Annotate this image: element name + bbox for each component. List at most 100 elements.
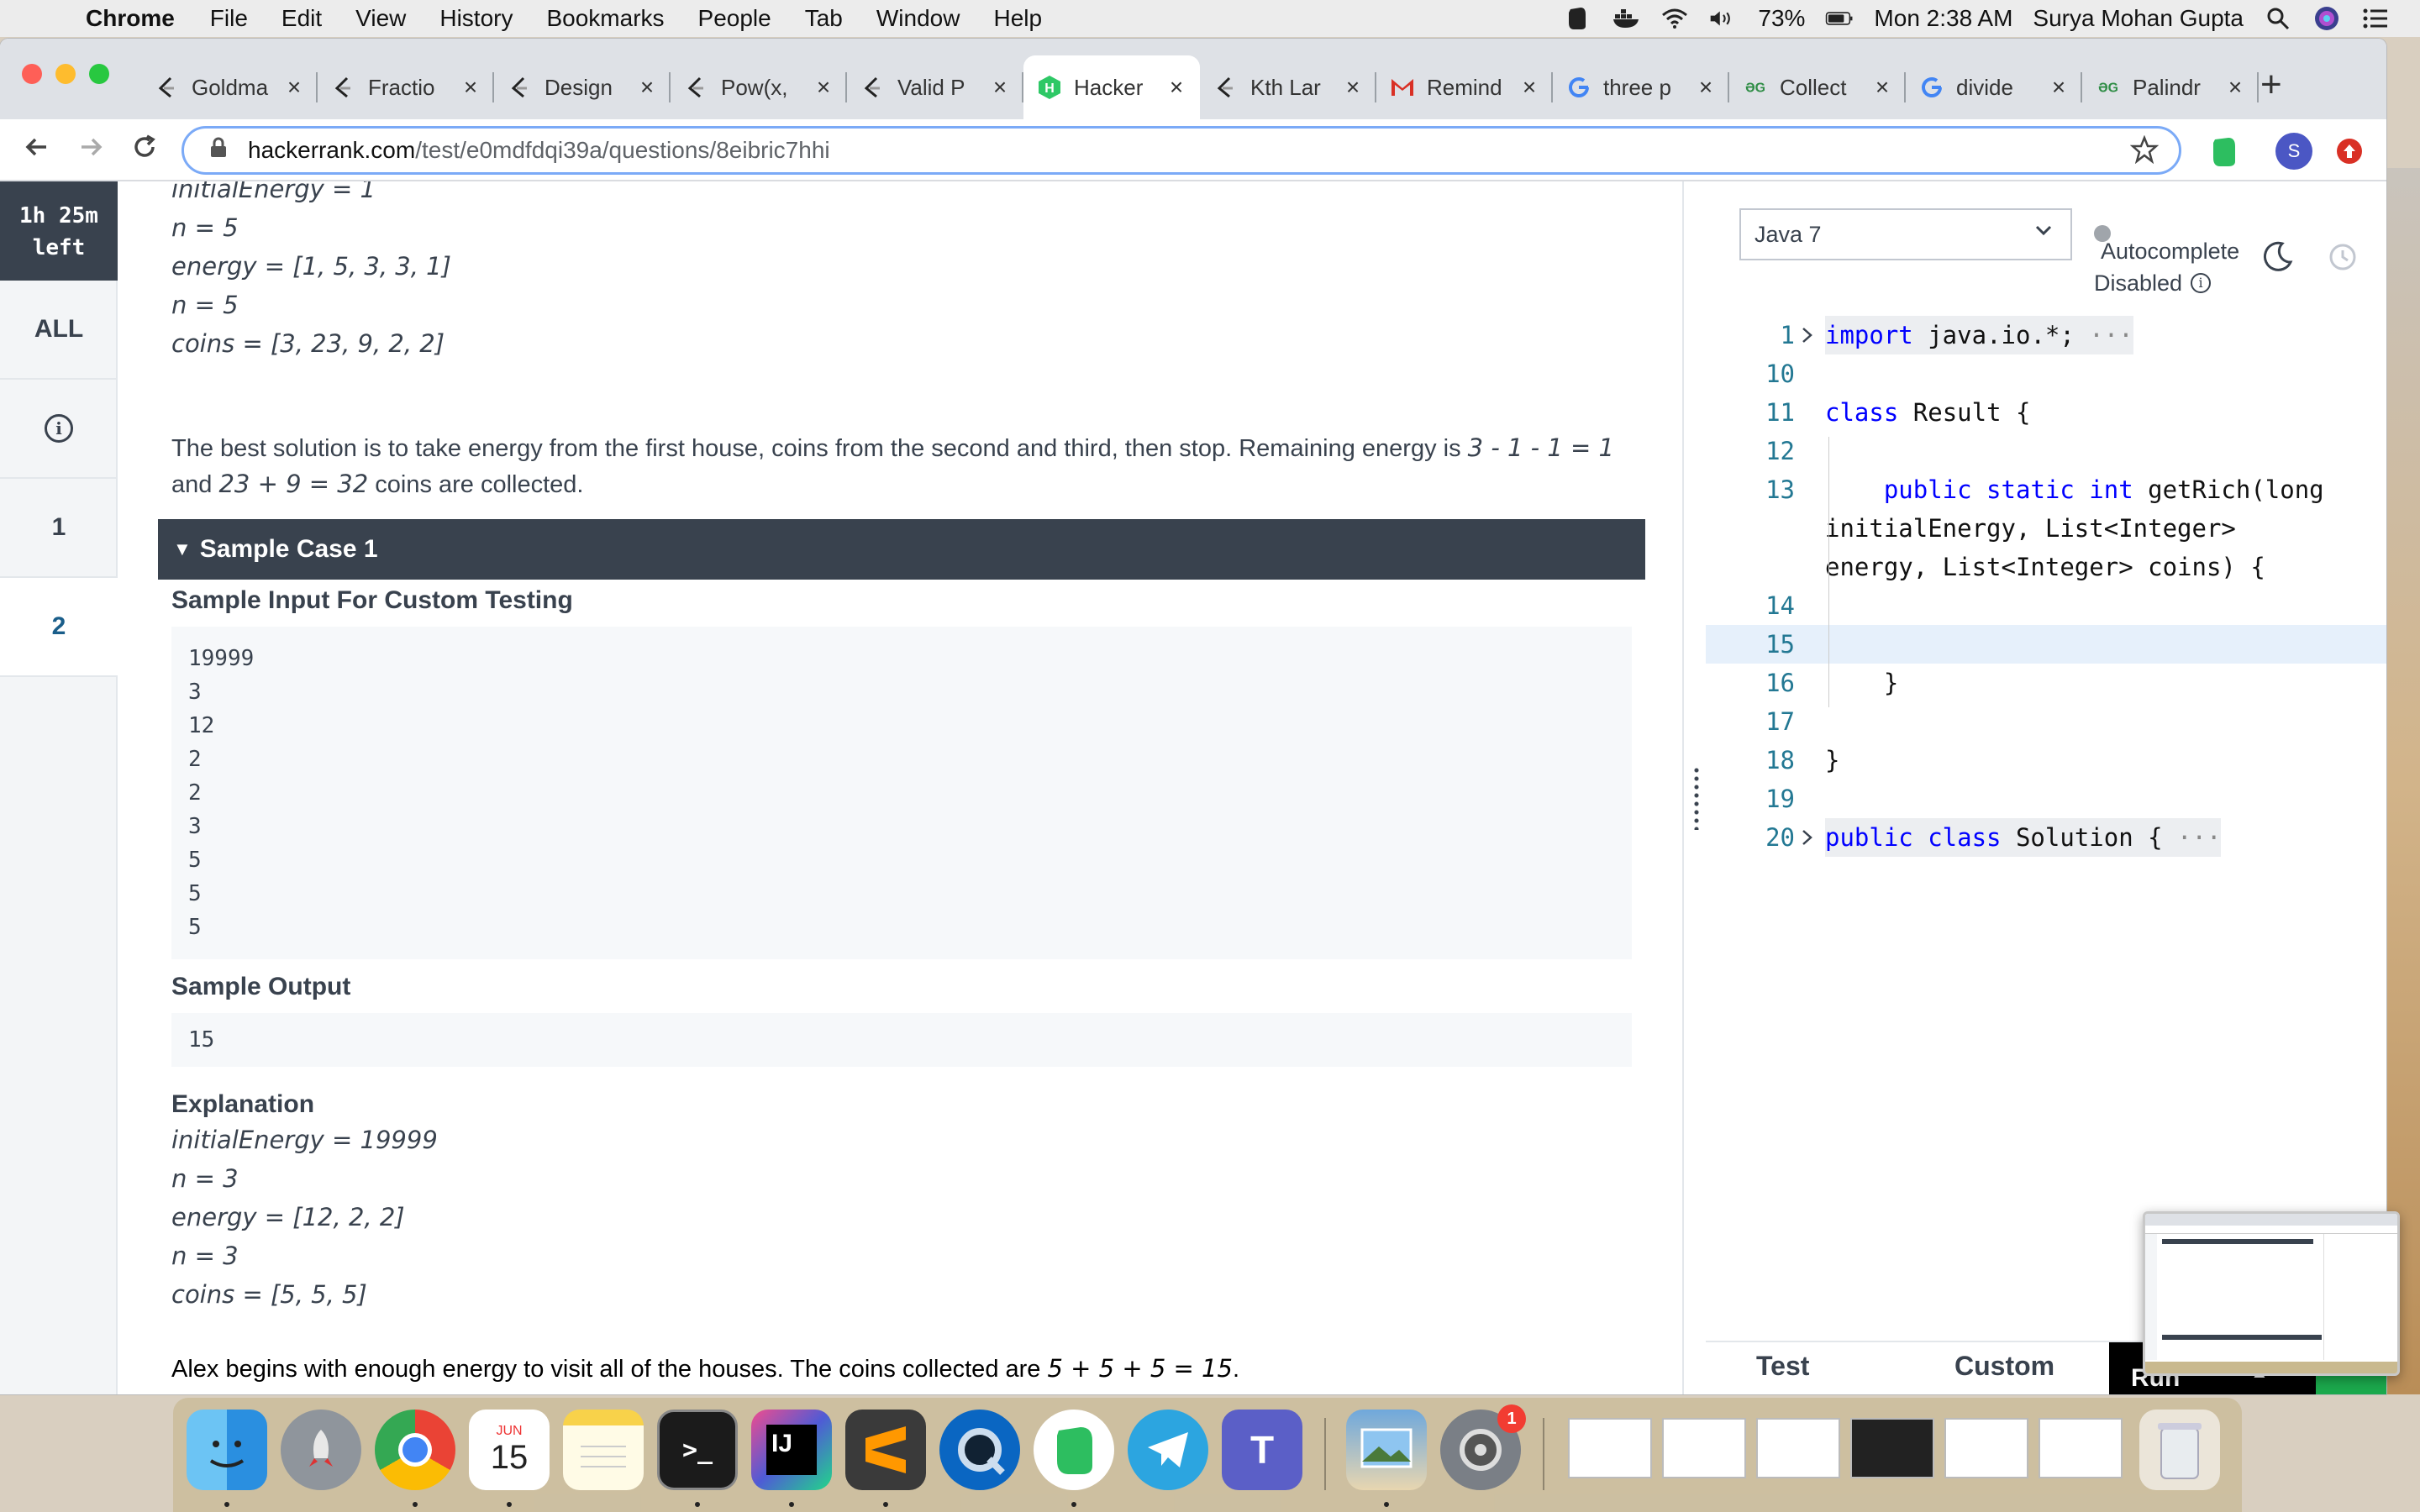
browser-tab[interactable]: Kth Lar × — [1200, 55, 1376, 119]
calendar-icon[interactable]: JUN 15 — [469, 1410, 550, 1490]
notes-icon[interactable] — [563, 1410, 644, 1490]
test-tab[interactable]: Test — [1756, 1351, 1809, 1382]
terminal-icon[interactable]: >_ — [657, 1410, 738, 1490]
pane-resize-handle[interactable] — [1682, 181, 1706, 1394]
menu-history[interactable]: History — [439, 5, 513, 32]
finder-icon[interactable] — [187, 1410, 267, 1490]
extension-update-icon[interactable] — [2331, 133, 2368, 170]
menu-bookmarks[interactable]: Bookmarks — [546, 5, 664, 32]
rail-item-info[interactable]: i — [0, 380, 118, 479]
close-window-icon[interactable] — [22, 64, 42, 84]
browser-tab[interactable]: three p × — [1553, 55, 1729, 119]
close-tab-icon[interactable]: × — [1166, 74, 1186, 101]
code-line[interactable]: 18} — [1706, 741, 2386, 780]
code-line[interactable]: 15 — [1706, 625, 2386, 664]
forward-icon[interactable] — [72, 133, 109, 170]
rail-item-question-2[interactable]: 2 — [0, 578, 118, 677]
system-preferences-icon[interactable]: 1 — [1440, 1404, 1526, 1490]
code-line[interactable]: 12 — [1706, 432, 2386, 470]
browser-tab[interactable]: Remind × — [1376, 55, 1553, 119]
folded-code-ellipsis[interactable]: ··· — [2089, 321, 2133, 349]
volume-icon[interactable] — [1709, 6, 1738, 31]
back-icon[interactable] — [18, 133, 55, 170]
menu-help[interactable]: Help — [993, 5, 1042, 32]
menu-people[interactable]: People — [698, 5, 771, 32]
code-line[interactable]: 11 class Result { — [1706, 393, 2386, 432]
quicktime-icon[interactable] — [939, 1410, 1020, 1490]
menu-file[interactable]: File — [210, 5, 248, 32]
profile-avatar[interactable]: S — [2275, 133, 2312, 170]
minimized-window-thumbnail[interactable] — [2039, 1418, 2123, 1478]
sublime-text-icon[interactable] — [845, 1410, 926, 1490]
info-icon[interactable]: i — [2191, 273, 2212, 293]
browser-tab[interactable]: Pow(x, × — [671, 55, 847, 119]
browser-tab[interactable]: Valid P × — [847, 55, 1023, 119]
lock-icon[interactable] — [209, 137, 233, 164]
close-tab-icon[interactable]: × — [460, 74, 481, 101]
microsoft-teams-icon[interactable]: T — [1222, 1410, 1302, 1490]
custom-input-tab[interactable]: Custom — [1954, 1351, 2054, 1382]
close-tab-icon[interactable]: × — [990, 74, 1010, 101]
menubar-user[interactable]: Surya Mohan Gupta — [2033, 5, 2244, 32]
code-line[interactable]: 13 public static int getRich(long — [1706, 470, 2386, 509]
minimized-window-thumbnail[interactable] — [1850, 1418, 1934, 1478]
zoom-window-icon[interactable] — [89, 64, 109, 84]
close-tab-icon[interactable]: × — [2225, 74, 2245, 101]
menu-edit[interactable]: Edit — [281, 5, 322, 32]
code-line[interactable]: 10 — [1706, 354, 2386, 393]
launchpad-icon[interactable] — [281, 1410, 361, 1490]
browser-tab[interactable]: ƏG Palindr × — [2082, 55, 2259, 119]
address-bar[interactable]: hackerrank.com/test/e0mdfdqi39a/question… — [182, 126, 2181, 175]
code-line[interactable]: 14 — [1706, 586, 2386, 625]
minimized-window-thumbnail[interactable] — [1944, 1418, 2028, 1478]
menu-tab[interactable]: Tab — [805, 5, 843, 32]
code-line[interactable]: 20 public class Solution { ··· — [1706, 818, 2386, 857]
preview-icon[interactable] — [1346, 1410, 1427, 1490]
wifi-icon[interactable] — [1660, 6, 1689, 31]
reload-icon[interactable] — [126, 133, 163, 170]
browser-tab[interactable]: Goldma × — [141, 55, 318, 119]
minimized-window-thumbnail[interactable] — [1568, 1418, 1652, 1478]
browser-tab[interactable]: H Hacker × — [1023, 55, 1200, 119]
intellij-idea-icon[interactable]: IJ — [751, 1410, 832, 1490]
trash-icon[interactable] — [2139, 1410, 2220, 1490]
fold-chevron-icon[interactable] — [1800, 818, 1820, 859]
code-line[interactable]: energy, List<Integer> coins) { — [1706, 548, 2386, 586]
minimized-window-thumbnail[interactable] — [1756, 1418, 1840, 1478]
close-tab-icon[interactable]: × — [1519, 74, 1539, 101]
close-tab-icon[interactable]: × — [637, 74, 657, 101]
notification-center-icon[interactable] — [2361, 6, 2390, 31]
telegram-icon[interactable] — [1128, 1410, 1208, 1490]
folded-code-ellipsis[interactable]: ··· — [2177, 823, 2221, 852]
close-tab-icon[interactable]: × — [2049, 74, 2069, 101]
new-tab-button[interactable]: + — [2260, 64, 2282, 106]
spotlight-search-icon[interactable] — [2264, 6, 2292, 31]
close-tab-icon[interactable]: × — [1343, 74, 1363, 101]
code-line[interactable]: 16 } — [1706, 664, 2386, 702]
app-menu-chrome[interactable]: Chrome — [86, 5, 175, 32]
fold-chevron-icon[interactable] — [1800, 316, 1820, 357]
browser-tab[interactable]: ƏG Collect × — [1729, 55, 1906, 119]
code-line[interactable]: 17 — [1706, 702, 2386, 741]
close-tab-icon[interactable]: × — [1696, 74, 1716, 101]
bookmark-star-icon[interactable] — [2129, 134, 2160, 171]
code-line[interactable]: 1 import java.io.*; ··· — [1706, 316, 2386, 354]
evernote-status-icon[interactable] — [1563, 6, 1591, 31]
browser-tab[interactable]: Fractio × — [318, 55, 494, 119]
minimized-window-thumbnail[interactable] — [1662, 1418, 1746, 1478]
close-tab-icon[interactable]: × — [284, 74, 304, 101]
rail-item-question-1[interactable]: 1 — [0, 479, 118, 578]
close-tab-icon[interactable]: × — [813, 74, 834, 101]
menu-view[interactable]: View — [355, 5, 406, 32]
evernote-icon[interactable] — [1034, 1410, 1114, 1490]
history-icon[interactable] — [2328, 242, 2358, 280]
menu-window[interactable]: Window — [876, 5, 960, 32]
language-select[interactable]: Java 7 — [1739, 208, 2072, 260]
screenshot-thumbnail[interactable] — [2143, 1211, 2400, 1376]
evernote-extension-icon[interactable] — [2205, 133, 2242, 170]
menubar-clock[interactable]: Mon 2:38 AM — [1874, 5, 2012, 32]
browser-tab[interactable]: Design × — [494, 55, 671, 119]
google-chrome-icon[interactable] — [375, 1410, 455, 1490]
dark-mode-moon-icon[interactable] — [2260, 240, 2294, 282]
minimize-window-icon[interactable] — [55, 64, 76, 84]
